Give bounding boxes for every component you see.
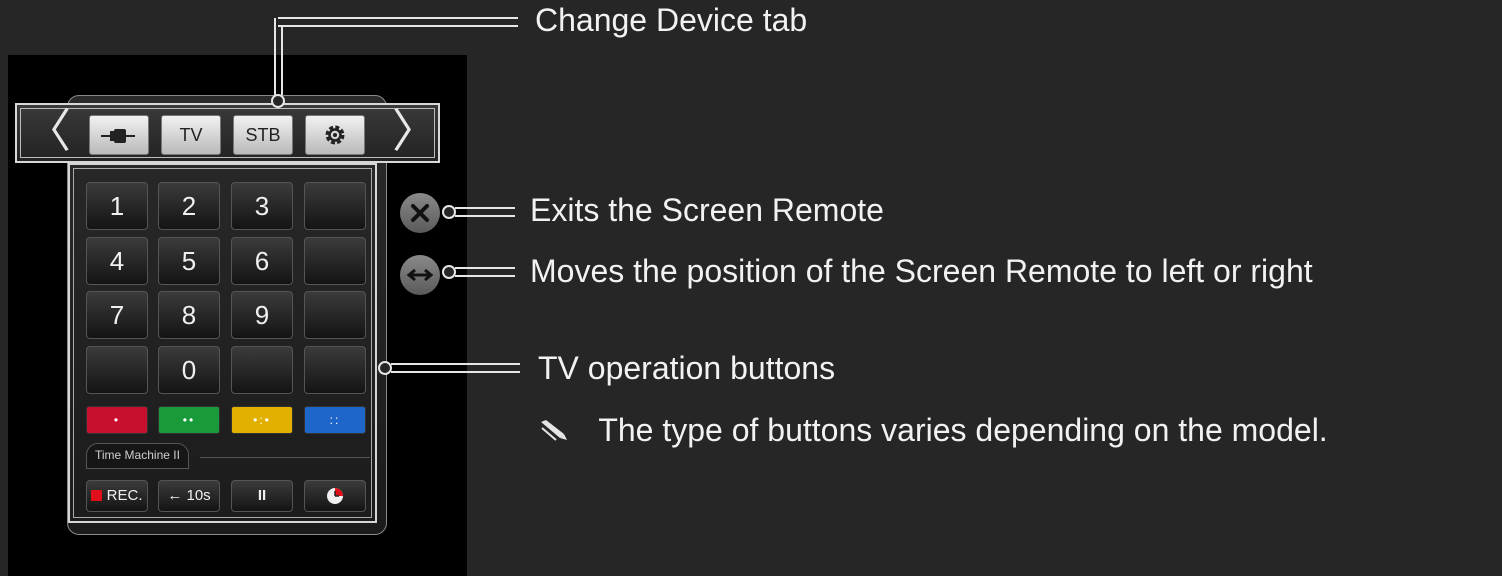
note-text: The type of buttons varies depending on … xyxy=(598,412,1328,448)
change-device-tab-callout: Change Device tab xyxy=(535,2,808,38)
tv-operation-callout: TV operation buttons xyxy=(538,350,836,386)
moves-callout: Moves the position of the Screen Remote … xyxy=(530,253,1313,289)
exits-callout: Exits the Screen Remote xyxy=(530,192,884,228)
note: The type of buttons varies depending on … xyxy=(538,412,1328,449)
pencil-icon xyxy=(541,420,567,441)
